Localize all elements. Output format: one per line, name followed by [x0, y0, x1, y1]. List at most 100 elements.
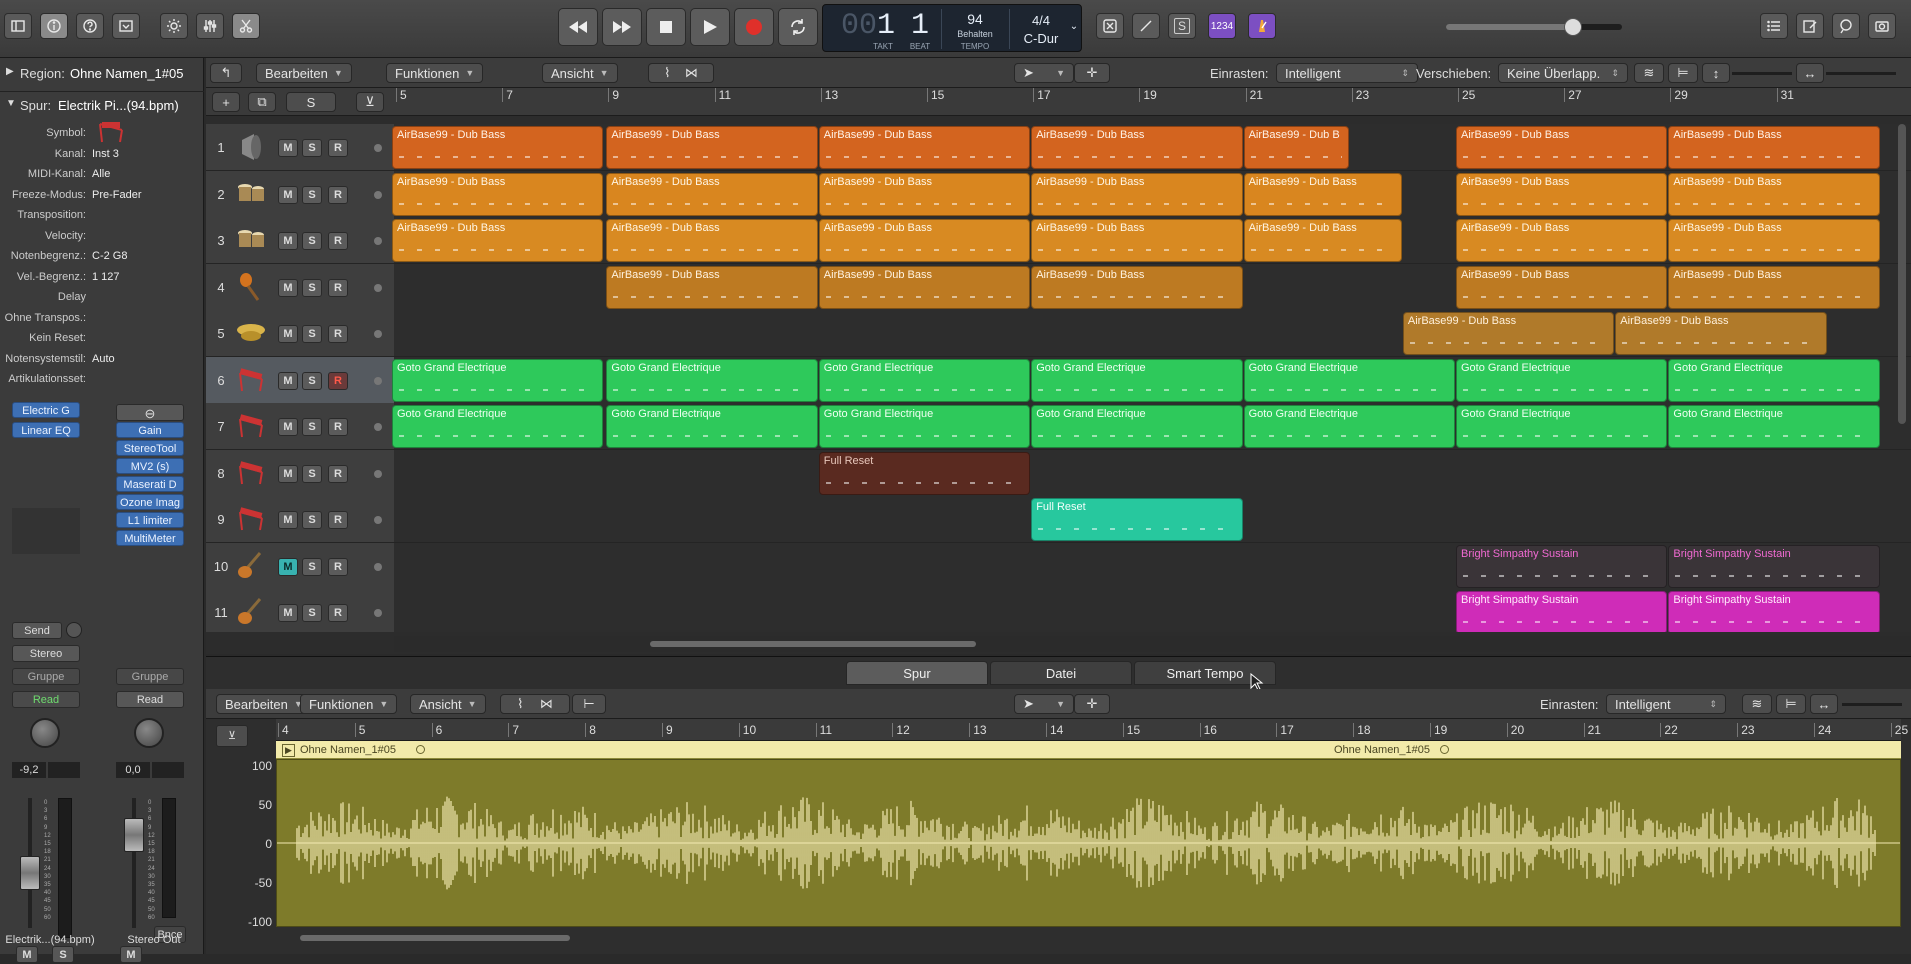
track-solo-button[interactable]: S: [302, 325, 322, 343]
midi-region[interactable]: AirBase99 - Dub Bass: [606, 265, 818, 309]
cycle-button[interactable]: [778, 8, 818, 46]
global-solo-button[interactable]: S: [286, 92, 336, 112]
param-row[interactable]: Delay: [0, 288, 204, 306]
midi-region[interactable]: Bright Simpathy Sustain: [1668, 544, 1880, 588]
info-icon[interactable]: [40, 13, 68, 39]
master-volume-knob[interactable]: [1563, 18, 1582, 36]
editor-edit-menu[interactable]: Bearbeiten ▼: [216, 694, 312, 714]
insert-slot[interactable]: MV2 (s): [116, 458, 184, 474]
track-lane[interactable]: AirBase99 - Dub Bass AirBase99 - Dub Bass…: [392, 124, 1911, 171]
track-row[interactable]: 4 M S R AirBase99 - Dub Bass AirBase99 - Dub …: [206, 263, 1911, 311]
keyboard-icon[interactable]: [234, 502, 268, 536]
midi-region[interactable]: AirBase99 - Dub Bass: [1615, 312, 1827, 355]
track-lane[interactable]: AirBase99 - Dub Bass AirBase99 - Dub Bass…: [392, 217, 1911, 264]
midi-region[interactable]: Goto Grand Electrique: [1031, 405, 1243, 448]
track-header[interactable]: 11 M S R: [206, 589, 394, 632]
track-row[interactable]: 6 M S R Goto Grand Electrique Goto Grand Elec…: [206, 356, 1911, 404]
insert-slot[interactable]: StereoTool: [116, 440, 184, 456]
duplicate-track-icon[interactable]: ⧉: [248, 92, 276, 112]
edit-menu[interactable]: Bearbeiten ▼: [256, 63, 352, 83]
help-icon[interactable]: [76, 13, 104, 39]
midi-region[interactable]: AirBase99 - Dub Bass: [392, 219, 604, 262]
track-row[interactable]: 5 M S R AirBase99 - Dub Bass AirBase99 - Dub …: [206, 310, 1911, 357]
track-header[interactable]: 1 MSR: [206, 124, 394, 171]
param-row[interactable]: Velocity:: [0, 227, 204, 245]
fast-forward-button[interactable]: [602, 8, 642, 46]
track-row[interactable]: 10 M S R Bright Simpathy Sustain Bright Simpa…: [206, 542, 1911, 590]
audio-region-header[interactable]: ▶ Ohne Namen_1#05 Ohne Namen_1#05: [276, 741, 1901, 759]
track-header[interactable]: 2 MSR: [206, 170, 394, 218]
pan-value-2[interactable]: 0,0: [116, 762, 150, 778]
midi-region[interactable]: AirBase99 - Dub Bass: [1031, 265, 1243, 309]
midi-region[interactable]: AirBase99 - Dub Bass: [606, 126, 818, 169]
track-row[interactable]: 7 M S R Goto Grand Electrique Goto Grand Elec…: [206, 403, 1911, 450]
volume-fader-2[interactable]: [124, 818, 144, 852]
guitar-icon[interactable]: [234, 549, 268, 583]
track-symbol-keyboard-icon[interactable]: [96, 118, 126, 146]
midi-region[interactable]: AirBase99 - Dub Bass: [818, 265, 1031, 309]
disclosure-right-icon[interactable]: ▶: [6, 66, 14, 77]
horizontal-scrollbar[interactable]: [394, 636, 1911, 652]
maracas-icon[interactable]: [234, 270, 268, 304]
vertical-zoom-slider[interactable]: [1732, 72, 1792, 75]
editor-zoom-slider[interactable]: [1842, 703, 1902, 706]
group-button[interactable]: Gruppe: [12, 668, 80, 685]
param-row[interactable]: Notensystemstil: Auto: [0, 350, 204, 368]
list-icon[interactable]: [1760, 13, 1788, 39]
track-lane[interactable]: Goto Grand Electrique Goto Grand Electriq…: [392, 403, 1911, 450]
midi-region[interactable]: Full Reset: [1031, 498, 1243, 541]
midi-region[interactable]: AirBase99 - Dub Bass: [1031, 172, 1243, 216]
track-header[interactable]: 4 MSR: [206, 263, 394, 311]
notepad-icon[interactable]: [1796, 13, 1824, 39]
track-record-enable-button[interactable]: R: [328, 557, 348, 576]
record-button[interactable]: [734, 8, 774, 46]
track-row[interactable]: 3 M S R AirBase99 - Dub Bass AirBase99 - Dub …: [206, 217, 1911, 264]
midi-region[interactable]: Goto Grand Electrique: [818, 405, 1031, 448]
track-header[interactable]: ▼ Spur: Electrik Pi...(94.bpm): [0, 92, 204, 118]
track-record-enable-button[interactable]: R: [328, 418, 348, 436]
track-row[interactable]: 8 M S R Full Reset: [206, 449, 1911, 497]
insert-slot[interactable]: MultiMeter: [116, 530, 184, 546]
track-lane[interactable]: Goto Grand Electrique Goto Grand Electriq…: [392, 356, 1911, 404]
crosshair-tool[interactable]: ✛: [1074, 63, 1110, 83]
catch-icon[interactable]: ↰: [210, 63, 242, 83]
insert-slot[interactable]: Electric G: [12, 402, 80, 418]
midi-region[interactable]: AirBase99 - Dub Bass: [1456, 219, 1668, 262]
midi-region[interactable]: AirBase99 - Dub Bass: [1031, 126, 1243, 169]
midi-region[interactable]: AirBase99 - Dub Bass: [392, 172, 604, 216]
midi-region[interactable]: AirBase99 - Dub Bass: [1668, 219, 1880, 262]
track-row[interactable]: 11 M S R Bright Simpathy Sustain Bright Simpa…: [206, 589, 1911, 632]
midi-region[interactable]: Goto Grand Electrique: [606, 358, 818, 402]
midi-region[interactable]: Goto Grand Electrique: [606, 405, 818, 448]
track-header[interactable]: 10 M S R: [206, 542, 394, 590]
pan-knob[interactable]: [30, 718, 60, 748]
midi-region[interactable]: Goto Grand Electrique: [1243, 405, 1455, 448]
mixer-sliders-icon[interactable]: [196, 13, 224, 39]
track-header[interactable]: 9 MSR: [206, 496, 394, 543]
track-mute-button[interactable]: M: [278, 511, 298, 529]
pan-value[interactable]: -9,2: [12, 762, 46, 778]
track-lane[interactable]: Full Reset: [394, 496, 1911, 543]
track-record-enable-button[interactable]: R: [328, 185, 348, 204]
insert-slot[interactable]: Ozone Imag: [116, 494, 184, 510]
pointer-tool[interactable]: ➤ ▼: [1014, 63, 1074, 83]
lcd-chevron-icon[interactable]: ⌄: [1067, 21, 1081, 32]
track-record-enable-button[interactable]: R: [328, 325, 348, 343]
cymbal-icon[interactable]: [234, 316, 268, 350]
send-knob[interactable]: [66, 622, 82, 638]
track-row[interactable]: 1 M S R AirBase99 - Dub Bass AirBase99 - Dub …: [206, 124, 1911, 171]
param-row[interactable]: Notenbegrenz.: C-2 G8: [0, 247, 204, 265]
midi-region[interactable]: Goto Grand Electrique: [1456, 358, 1668, 402]
track-mute-button[interactable]: M: [278, 232, 298, 250]
vertical-scroll-thumb[interactable]: [1898, 124, 1906, 424]
track-header[interactable]: 5 MSR: [206, 310, 394, 357]
track-solo-button[interactable]: S: [302, 464, 322, 483]
midi-region[interactable]: Bright Simpathy Sustain: [1456, 591, 1668, 632]
midi-region[interactable]: AirBase99 - Dub Bass: [1402, 312, 1615, 355]
waveform-zoom-icon[interactable]: ≋: [1634, 63, 1664, 83]
midi-region[interactable]: Bright Simpathy Sustain: [1668, 591, 1880, 632]
volume-fader[interactable]: [20, 856, 40, 890]
midi-region[interactable]: AirBase99 - Dub Bass: [606, 172, 818, 216]
midi-region[interactable]: AirBase99 - Dub Bass: [1456, 172, 1668, 216]
track-solo-button[interactable]: S: [302, 511, 322, 529]
